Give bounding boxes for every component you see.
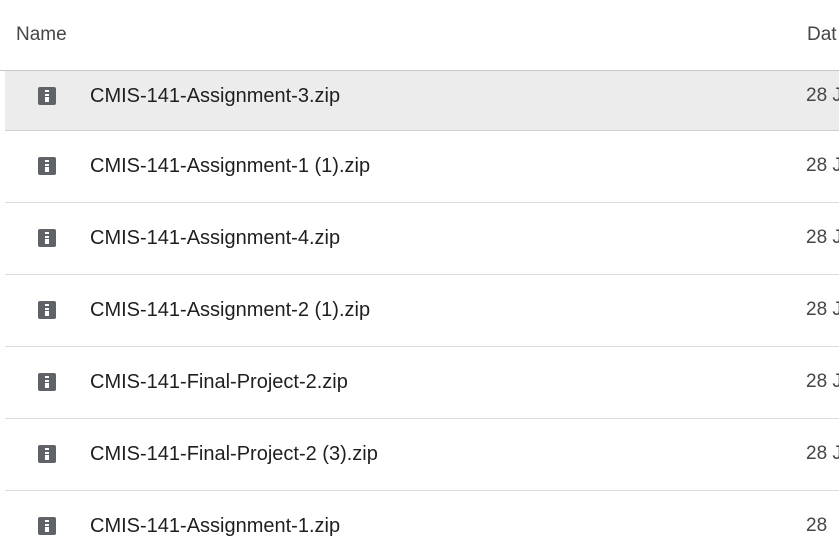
- file-name: CMIS-141-Assignment-4.zip: [90, 227, 341, 249]
- zip-file-icon: [38, 87, 56, 105]
- file-row[interactable]: CMIS-141-Assignment-1.zip 28: [5, 491, 839, 539]
- file-row[interactable]: CMIS-141-Final-Project-2 (3).zip 28 J: [5, 419, 839, 491]
- file-name: CMIS-141-Final-Project-2.zip: [90, 371, 348, 393]
- column-header-row: Name Dat: [0, 0, 839, 71]
- file-date: 28 J: [806, 371, 839, 392]
- file-date: 28: [806, 515, 828, 536]
- file-date: 28 J: [806, 85, 839, 106]
- file-name: CMIS-141-Final-Project-2 (3).zip: [90, 443, 378, 465]
- zip-file-icon: [38, 157, 56, 175]
- file-name: CMIS-141-Assignment-2 (1).zip: [90, 299, 371, 321]
- file-row[interactable]: CMIS-141-Assignment-3.zip 28 J: [5, 71, 839, 131]
- file-date: 28 J: [806, 299, 839, 320]
- file-date: 28 J: [806, 443, 839, 464]
- file-row[interactable]: CMIS-141-Assignment-1 (1).zip 28 J: [5, 131, 839, 203]
- file-row[interactable]: CMIS-141-Assignment-2 (1).zip 28 J: [5, 275, 839, 347]
- name-column-header[interactable]: Name: [16, 24, 67, 46]
- file-name: CMIS-141-Assignment-1 (1).zip: [90, 155, 371, 177]
- zip-file-icon: [38, 301, 56, 319]
- file-date: 28 J: [806, 227, 839, 248]
- file-list: Name Dat CMIS-141-Assignment-3.zip 28 J …: [0, 0, 839, 539]
- zip-file-icon: [38, 373, 56, 391]
- file-date: 28 J: [806, 155, 839, 176]
- file-rows: CMIS-141-Assignment-3.zip 28 J CMIS-141-…: [5, 71, 839, 539]
- file-name: CMIS-141-Assignment-3.zip: [90, 85, 341, 107]
- file-name: CMIS-141-Assignment-1.zip: [90, 515, 341, 537]
- file-row[interactable]: CMIS-141-Assignment-4.zip 28 J: [5, 203, 839, 275]
- zip-file-icon: [38, 445, 56, 463]
- zip-file-icon: [38, 517, 56, 535]
- zip-file-icon: [38, 229, 56, 247]
- date-column-header[interactable]: Dat: [807, 24, 837, 46]
- file-row[interactable]: CMIS-141-Final-Project-2.zip 28 J: [5, 347, 839, 419]
